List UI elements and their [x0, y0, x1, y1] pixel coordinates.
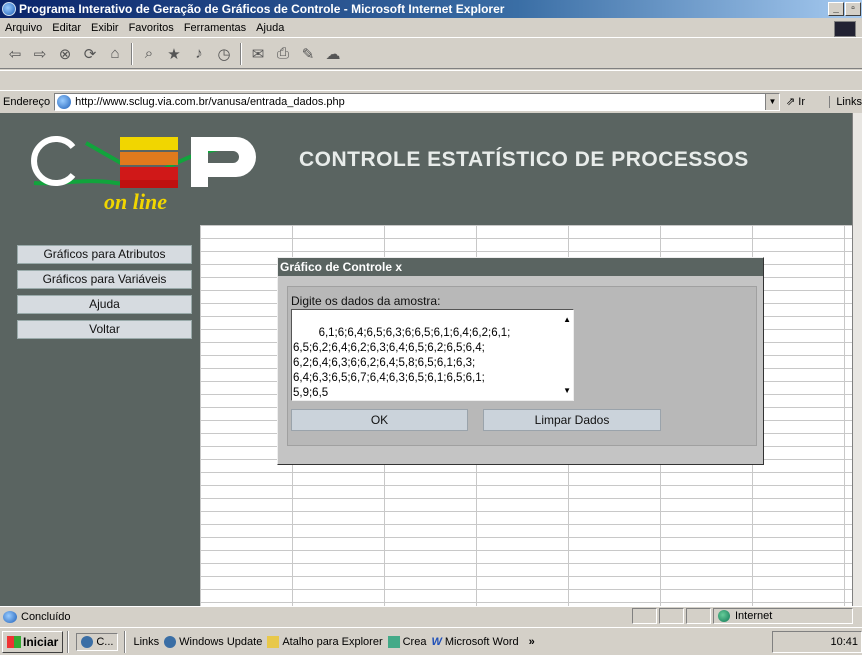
back-icon[interactable]: ⇦	[4, 43, 26, 65]
links-toolbar-label[interactable]: Links	[133, 636, 159, 648]
menu-ferramentas[interactable]: Ferramentas	[179, 22, 251, 34]
status-text: Concluído	[21, 610, 71, 623]
start-label: Iniciar	[23, 634, 59, 649]
taskbar: Iniciar C... Links Windows Update Atalho…	[0, 627, 862, 655]
task-button[interactable]: C...	[76, 632, 119, 651]
window-titlebar: Programa Interativo de Geração de Gráfic…	[0, 0, 862, 18]
word-icon: W	[431, 635, 442, 648]
ie-icon	[2, 2, 16, 16]
quicklink-label: Crea	[402, 635, 427, 648]
sidebar: Gráficos para Atributos Gráficos para Va…	[0, 225, 200, 606]
go-button[interactable]: ⇗ Ir	[786, 95, 821, 109]
nav-voltar[interactable]: Voltar	[17, 320, 192, 339]
maximize-button[interactable]: ▫	[845, 2, 861, 16]
sample-data-value: 6,1;6;6,4;6,5;6,3;6;6,5;6,1;6,4;6,2;6,1;…	[293, 327, 511, 399]
quicklink-label: Atalho para Explorer	[282, 635, 383, 648]
go-arrow-icon: ⇗	[786, 96, 796, 108]
page-scrollbar[interactable]	[852, 113, 862, 606]
refresh-icon[interactable]: ⟳	[79, 43, 101, 65]
page-icon	[57, 94, 72, 109]
nav-graficos-variaveis[interactable]: Gráficos para Variáveis	[17, 270, 192, 289]
status-pane	[686, 608, 711, 624]
history-icon[interactable]: ◷	[213, 43, 235, 65]
page-title: CONTROLE ESTATÍSTICO DE PROCESSOS	[299, 148, 749, 171]
explorer-icon	[267, 635, 280, 648]
site-header: on line CONTROLE ESTATÍSTICO DE PROCESSO…	[0, 113, 852, 225]
home-icon[interactable]: ⌂	[104, 43, 126, 65]
page-icon	[3, 610, 17, 623]
menu-favoritos[interactable]: Favoritos	[124, 22, 179, 34]
nav-graficos-atributos[interactable]: Gráficos para Atributos	[17, 245, 192, 264]
crea-icon	[387, 635, 400, 648]
toolbar: ⇦ ⇨ ⊗ ⟳ ⌂ ⌕ ★ ♪ ◷ ✉ ⎙ ✎ ☁	[0, 39, 862, 69]
windows-logo-icon	[834, 21, 856, 37]
zone-pane: Internet	[713, 608, 853, 624]
status-pane	[632, 608, 657, 624]
zone-text: Internet	[735, 610, 773, 622]
page-content: on line CONTROLE ESTATÍSTICO DE PROCESSO…	[0, 113, 852, 606]
sample-data-label: Digite os dados da amostra:	[291, 294, 441, 308]
stop-icon[interactable]: ⊗	[54, 43, 76, 65]
status-pane	[659, 608, 684, 624]
chevron-right-icon[interactable]: »	[529, 636, 535, 648]
forward-icon[interactable]: ⇨	[29, 43, 51, 65]
go-label: Ir	[798, 95, 806, 108]
cep-logo: on line	[31, 136, 256, 214]
start-button[interactable]: Iniciar	[2, 630, 64, 653]
ie-icon	[164, 635, 177, 648]
toolbar-separator	[131, 42, 133, 65]
minimize-button[interactable]: _	[828, 2, 844, 16]
quicklink-label: Windows Update	[179, 635, 263, 648]
nav-ajuda[interactable]: Ajuda	[17, 295, 192, 314]
dialog-title: Gráfico de Controle x	[278, 258, 763, 276]
task-label: C...	[96, 635, 114, 648]
menu-arquivo[interactable]: Arquivo	[0, 22, 47, 34]
system-tray: 10:41	[772, 631, 862, 653]
data-entry-dialog: Gráfico de Controle x Digite os dados da…	[277, 257, 764, 465]
menu-bar: Arquivo Editar Exibir Favoritos Ferramen…	[0, 18, 862, 38]
dialog-panel: Digite os dados da amostra: 6,1;6;6,4;6,…	[287, 286, 757, 446]
scroll-down-icon[interactable]: ▼	[563, 383, 571, 398]
chevron-down-icon[interactable]: ▼	[765, 93, 779, 110]
ok-button[interactable]: OK	[291, 409, 468, 431]
address-label: Endereço	[3, 95, 51, 108]
quicklink-windows-update[interactable]: Windows Update	[164, 635, 263, 648]
taskbar-separator	[124, 630, 127, 653]
scroll-up-icon[interactable]: ▲	[563, 312, 571, 327]
sample-data-textarea[interactable]: 6,1;6;6,4;6,5;6,3;6;6,5;6,1;6,4;6,2;6,1;…	[291, 309, 574, 401]
taskbar-separator	[67, 630, 70, 653]
menu-ajuda[interactable]: Ajuda	[251, 22, 289, 34]
clock: 10:41	[830, 636, 858, 648]
menu-exibir[interactable]: Exibir	[86, 22, 124, 34]
window-title: Programa Interativo de Geração de Gráfic…	[19, 2, 505, 16]
address-bar: Endereço http://www.sclug.via.com.br/van…	[0, 90, 862, 112]
quicklink-label: Microsoft Word	[444, 635, 519, 648]
clear-data-button[interactable]: Limpar Dados	[483, 409, 661, 431]
media-icon[interactable]: ♪	[188, 43, 210, 65]
toolbar-spacer	[0, 70, 862, 90]
links-button[interactable]: Links	[829, 95, 862, 108]
address-input[interactable]: http://www.sclug.via.com.br/vanusa/entra…	[54, 92, 780, 111]
windows-flag-icon	[7, 635, 21, 648]
print-icon[interactable]: ⎙	[272, 43, 294, 65]
favorites-icon[interactable]: ★	[163, 43, 185, 65]
quicklink-crea[interactable]: Crea	[387, 635, 427, 648]
menu-editar[interactable]: Editar	[47, 22, 86, 34]
ie-icon	[81, 635, 94, 648]
address-url: http://www.sclug.via.com.br/vanusa/entra…	[75, 95, 345, 108]
quicklink-word[interactable]: W Microsoft Word	[431, 636, 518, 648]
quicklink-explorer[interactable]: Atalho para Explorer	[267, 635, 383, 648]
discuss-icon[interactable]: ☁	[322, 43, 344, 65]
mail-icon[interactable]: ✉	[247, 43, 269, 65]
edit-icon[interactable]: ✎	[297, 43, 319, 65]
toolbar-separator	[240, 42, 242, 65]
logo-tagline: on line	[104, 189, 167, 214]
search-icon[interactable]: ⌕	[138, 43, 160, 65]
globe-icon	[718, 610, 730, 622]
